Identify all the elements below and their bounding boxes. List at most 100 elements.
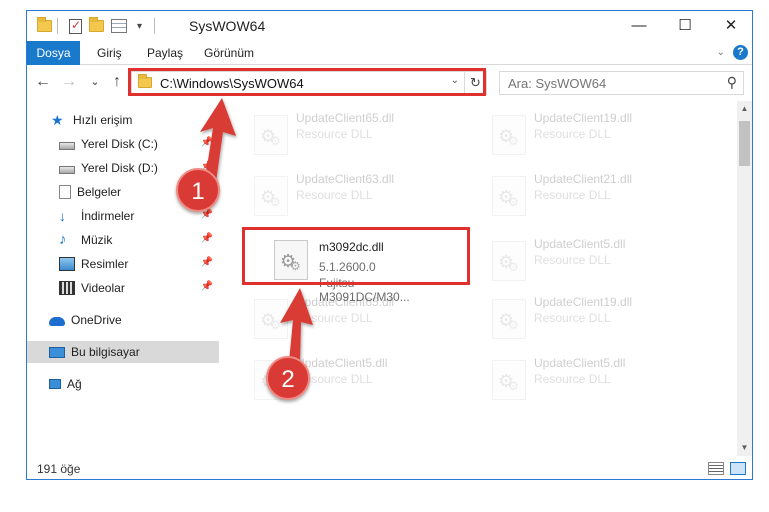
sidebar-item-label: Müzik (81, 233, 113, 247)
help-icon[interactable]: ? (733, 45, 748, 60)
file-highlight-box (242, 227, 470, 285)
recent-locations-dropdown[interactable]: ⌄ (85, 71, 105, 93)
sidebar-item-label: Yerel Disk (C:) (81, 137, 158, 151)
tab-giris[interactable]: Giriş (85, 41, 134, 65)
sidebar-item-pictures[interactable]: Resimler 📌 (27, 253, 219, 275)
file-tile[interactable]: UpdateClient19.dll Resource DLL (482, 105, 707, 159)
file-tile[interactable]: UpdateClient5.dll Resource DLL (482, 350, 707, 404)
expand-ribbon-chevron-icon[interactable]: ⌄ (717, 47, 725, 58)
network-icon (49, 379, 61, 389)
window-title: SysWOW64 (189, 18, 266, 34)
sidebar-item-videos[interactable]: Videolar 📌 (27, 277, 219, 299)
sidebar-item-label: Videolar (81, 281, 125, 295)
pin-icon[interactable]: 📌 (201, 281, 213, 292)
file-tile[interactable]: UpdateClient21.dll Resource DLL (482, 166, 707, 220)
scrollbar-thumb[interactable] (739, 121, 750, 166)
pictures-icon (59, 257, 75, 271)
tab-gorunum[interactable]: Görünüm (192, 41, 266, 65)
annotation-badge-2: 2 (266, 356, 310, 400)
title-separator (57, 17, 58, 35)
sidebar-item-local-disk-c[interactable]: Yerel Disk (C:) 📌 (27, 133, 219, 155)
pin-icon[interactable]: 📌 (201, 233, 213, 244)
file-type: Resource DLL (296, 311, 373, 325)
sidebar-item-network[interactable]: Ağ (27, 373, 219, 395)
large-icons-view-icon[interactable] (730, 462, 746, 475)
file-type: Resource DLL (296, 127, 373, 141)
file-type: Resource DLL (534, 372, 611, 386)
file-tile[interactable]: UpdateClient65.dll Resource DLL (244, 105, 469, 159)
file-name: UpdateClient21.dll (534, 172, 633, 186)
sidebar-item-label: OneDrive (71, 313, 122, 327)
file-name: UpdateClient19.dll (534, 111, 633, 125)
tab-paylas[interactable]: Paylaş (135, 41, 195, 65)
computer-icon (49, 346, 65, 358)
vertical-scrollbar[interactable]: ▲ ▼ (737, 101, 752, 456)
dll-file-icon (492, 241, 526, 281)
minimize-button[interactable]: — (616, 11, 662, 41)
file-tile[interactable]: UpdateClient65.dll Resource DLL (244, 289, 469, 343)
maximize-button[interactable]: ☐ (662, 11, 708, 41)
file-type: Resource DLL (296, 188, 373, 202)
back-button[interactable]: ← (33, 71, 53, 93)
new-folder-icon[interactable] (89, 17, 104, 35)
ribbon-tabs: Dosya Giriş Paylaş Görünüm ⌄ ? (27, 41, 752, 65)
dll-file-icon (492, 360, 526, 400)
file-type: Resource DLL (534, 311, 611, 325)
star-icon: ★ (51, 112, 64, 128)
status-bar: 191 öğe (27, 459, 752, 479)
file-name: UpdateClient63.dll (296, 172, 395, 186)
pin-icon[interactable]: 📌 (201, 137, 213, 148)
dll-file-icon (254, 115, 288, 155)
file-name: UpdateClient5.dll (296, 356, 388, 370)
cloud-icon (49, 317, 65, 326)
properties-list-icon[interactable] (111, 17, 127, 35)
file-tile[interactable]: UpdateClient5.dll Resource DLL (482, 231, 707, 285)
search-input[interactable] (508, 73, 718, 93)
sidebar-item-label: Hızlı erişim (73, 113, 133, 127)
file-tile[interactable]: UpdateClient19.dll Resource DLL (482, 289, 707, 343)
close-button[interactable]: ✕ (708, 11, 754, 41)
sidebar-item-label: İndirmeler (81, 209, 135, 223)
search-icon[interactable]: ⚲ (727, 74, 737, 91)
file-name: UpdateClient5.dll (534, 237, 626, 251)
sidebar-item-label: Yerel Disk (D:) (81, 161, 158, 175)
navigation-pane: ★ Hızlı erişim Yerel Disk (C:) 📌 Yerel D… (27, 101, 223, 456)
properties-check-icon[interactable] (69, 17, 82, 35)
sidebar-item-quick-access[interactable]: ★ Hızlı erişim (27, 109, 219, 131)
customize-toolbar-dropdown-icon[interactable]: ▾ (137, 17, 142, 35)
documents-icon (59, 185, 71, 199)
pin-icon[interactable]: 📌 (201, 257, 213, 268)
file-name: UpdateClient65.dll (296, 111, 395, 125)
search-box[interactable]: ⚲ (499, 71, 744, 95)
up-button[interactable]: ↑ (107, 71, 127, 93)
scroll-down-arrow-icon[interactable]: ▼ (737, 440, 752, 456)
forward-button[interactable]: → (59, 71, 79, 93)
dll-file-icon (492, 176, 526, 216)
file-type: Resource DLL (534, 127, 611, 141)
sidebar-item-this-pc[interactable]: Bu bilgisayar (27, 341, 219, 363)
disk-icon (59, 165, 75, 174)
videos-icon (59, 281, 75, 295)
title-bar: ▾ SysWOW64 — ☐ ✕ (27, 11, 752, 41)
dll-file-icon (492, 115, 526, 155)
music-icon: ♪ (59, 231, 67, 248)
dll-file-icon (254, 176, 288, 216)
sidebar-item-label: Ağ (67, 377, 82, 391)
file-type: Resource DLL (534, 188, 611, 202)
sidebar-item-music[interactable]: ♪ Müzik 📌 (27, 229, 219, 251)
disk-icon (59, 141, 75, 150)
ribbon-right-controls: ⌄ ? (717, 45, 748, 60)
file-tile[interactable]: UpdateClient63.dll Resource DLL (244, 166, 469, 220)
title-separator-2 (154, 17, 155, 35)
tab-dosya[interactable]: Dosya (27, 41, 80, 65)
sidebar-item-label: Bu bilgisayar (71, 345, 140, 359)
folder-icon (37, 17, 52, 35)
sidebar-item-label: Resimler (81, 257, 129, 271)
scroll-up-arrow-icon[interactable]: ▲ (737, 101, 752, 117)
file-name: UpdateClient19.dll (534, 295, 633, 309)
dll-file-icon (492, 299, 526, 339)
download-icon: ↓ (59, 208, 66, 224)
sidebar-item-onedrive[interactable]: OneDrive (27, 309, 219, 331)
item-count: 191 öğe (37, 462, 81, 476)
details-view-icon[interactable] (708, 462, 724, 475)
